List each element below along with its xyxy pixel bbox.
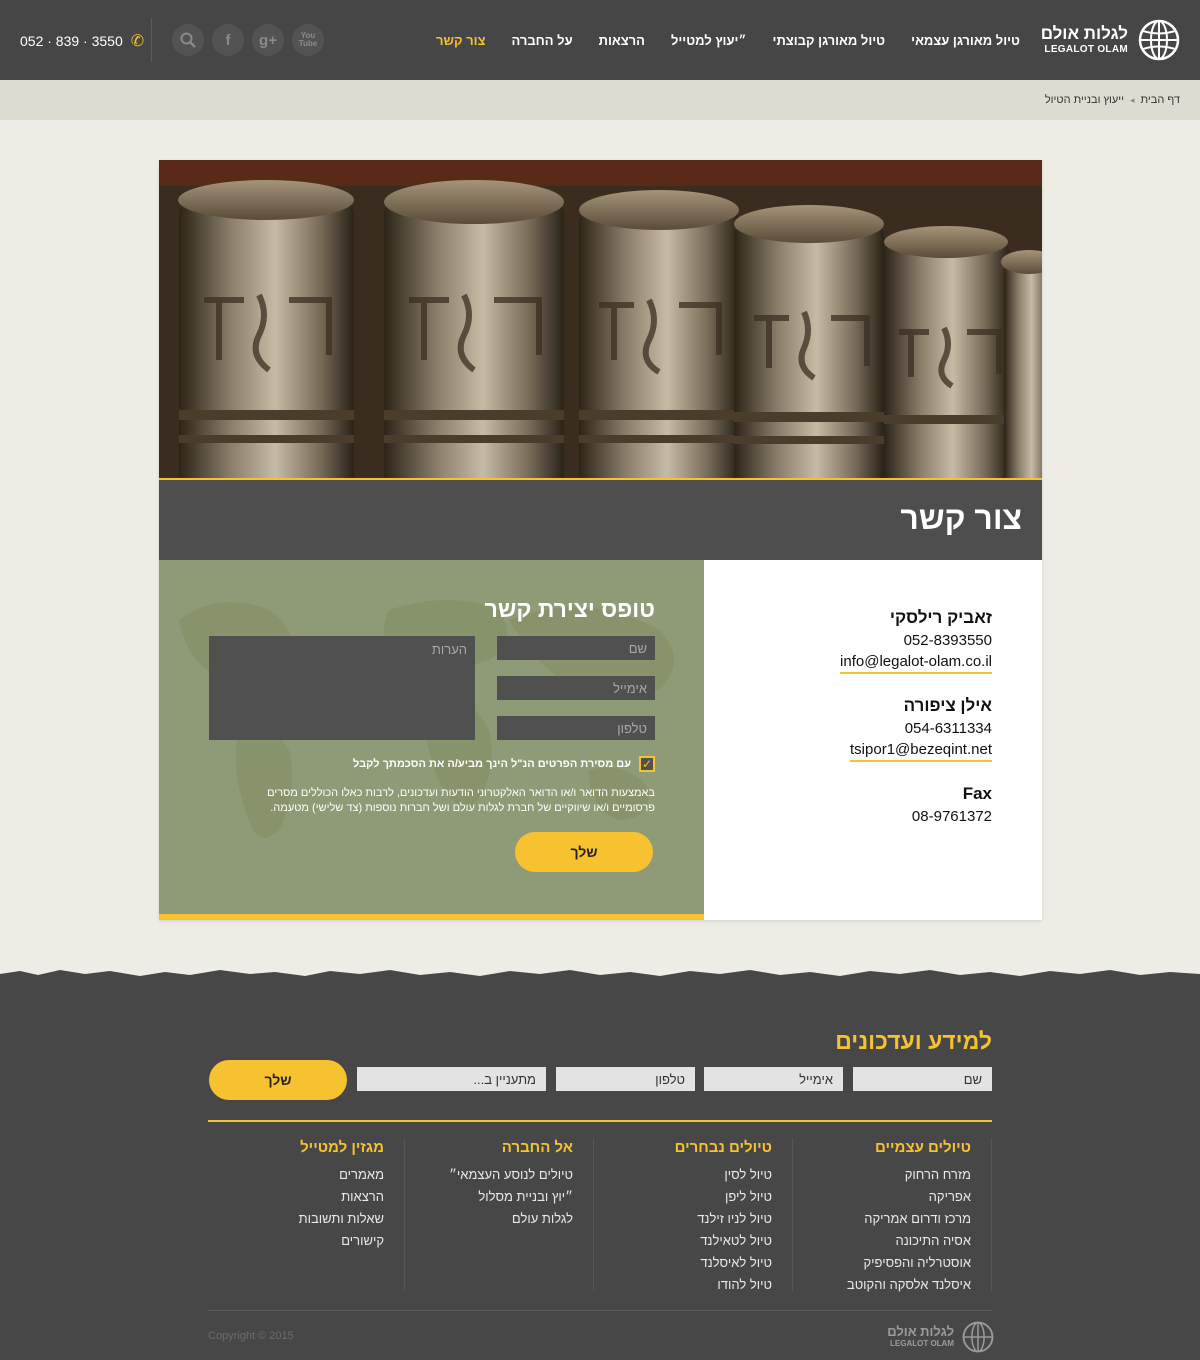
footer-link[interactable]: קישורים [208,1230,384,1252]
top-header: לגלות אולם LEGALOT OLAM טיול מאורגן עצמא… [0,0,1200,80]
contact-email[interactable]: info@legalot-olam.co.il [840,652,992,674]
footer-link[interactable]: מזרח הרחוק [795,1164,971,1186]
newsletter-title: למידע ועדכונים [835,1028,992,1054]
footer-link[interactable]: לגלות עולם [397,1208,573,1230]
form-title: טופס יצירת קשר [484,596,655,622]
footer-link[interactable]: טיול ליפן [596,1186,772,1208]
nav-about[interactable]: על החברה [511,33,572,48]
footer-bottom-divider [208,1310,992,1311]
social-links: f g+ You Tube [172,24,324,56]
contact-phone[interactable]: 052-8393550 [704,630,992,651]
footer-logo[interactable]: לגלות אולם LEGALOT OLAM [887,1321,994,1353]
footer-column-magazine: מגזין למטייל מאמרים הרצאות שאלות ותשובות… [208,1138,405,1291]
phone-input[interactable] [497,716,655,740]
footer-link[interactable]: הרצאות [208,1186,384,1208]
nav-group-trip[interactable]: טיול מאורגן קבוצתי [773,33,886,48]
site-logo[interactable]: לגלות אולם LEGALOT OLAM [1041,18,1180,62]
newsletter-send-button[interactable]: שלך [209,1060,347,1100]
footer-link[interactable]: טיול לניו זילנד [596,1208,772,1230]
breadcrumb-current[interactable]: ייעוץ ובניית הטיול [1045,94,1124,106]
header-divider [151,18,152,62]
footer-link[interactable]: אפריקה [795,1186,971,1208]
breadcrumb-home[interactable]: דף הבית [1141,94,1180,106]
search-icon[interactable] [172,24,204,56]
footer-logo-english: LEGALOT OLAM [890,1339,954,1348]
contact-name: אילן ציפורה [903,696,992,715]
fax-number: 08-9761372 [911,808,992,825]
email-input[interactable] [497,676,655,700]
footer-logo-hebrew: לגלות אולם [887,1324,954,1339]
copyright: Copyright © 2015 [208,1330,294,1342]
main-nav: טיול מאורגן עצמאי טיול מאורגן קבוצתי ״יע… [436,0,1020,80]
contact-form: טופס יצירת קשר ✓ עם מסירת הפרטים הנ"ל הי… [159,560,704,920]
torn-edge [0,970,1200,982]
logo-hebrew-text: לגלות אולם [1040,23,1128,43]
name-input[interactable] [497,636,655,660]
footer-link[interactable]: טיול לסין [596,1164,772,1186]
contact-name: זאביק רילסקי [889,608,992,627]
contact-person: אילן ציפורה 054-6311334 tsipor1@bezeqint… [704,694,992,762]
notes-textarea[interactable] [209,636,475,740]
footer-link[interactable]: איסלנד אלסקה והקוטב [795,1274,971,1296]
newsletter-interest-input[interactable] [357,1067,546,1091]
footer-column-title: אל החברה [501,1139,573,1156]
page-title: צור קשר [900,500,1022,536]
contact-details: זאביק רילסקי 052-8393550 info@legalot-ol… [704,560,1042,920]
consent-disclaimer: באמצעות הדואר ו/או הדואר האלקטרוני הודעו… [267,787,655,814]
contact-email[interactable]: tsipor1@bezeqint.net [850,740,992,762]
contact-card: צור קשר זאביק רילסקי 052-8393550 info@le… [159,160,1042,920]
nav-independent-trip[interactable]: טיול מאורגן עצמאי [911,33,1020,48]
facebook-icon[interactable]: f [212,24,244,56]
form-send-button[interactable]: שלך [515,832,653,872]
youtube-icon[interactable]: You Tube [292,24,324,56]
footer-column-company: אל החברה טיולים לנוסע העצמאי״ ״יוץ ובניי… [397,1138,594,1291]
nav-contact[interactable]: צור קשר [436,33,485,48]
consent-label: עם מסירת הפרטים הנ"ל הינך מביע/ה את הסכמ… [353,758,631,770]
footer-column-title: מגזין למטייל [300,1139,384,1156]
consent-checkbox[interactable]: ✓ [639,756,655,772]
footer-column-title: טיולים עצמיים [875,1139,971,1156]
fax-label: Fax [962,784,992,803]
newsletter-name-input[interactable] [853,1067,992,1091]
globe-icon [1138,19,1180,61]
hero-image-prayer-wheels [159,160,1042,480]
footer-divider [208,1120,992,1122]
footer-link[interactable]: שאלות ותשובות [208,1208,384,1230]
google-plus-icon[interactable]: g+ [252,24,284,56]
footer-link[interactable]: טיולים לנוסע העצמאי״ [397,1164,573,1186]
contact-phone[interactable]: 054-6311334 [704,718,992,739]
footer-link[interactable]: טיול לאיסלנד [596,1252,772,1274]
footer-column-selected: טיולים נבחרים טיול לסין טיול ליפן טיול ל… [596,1138,793,1292]
footer-link[interactable]: אוסטרליה והפסיפיק [795,1252,971,1274]
footer-link[interactable]: טיול להודו [596,1274,772,1296]
footer-link[interactable]: מאמרים [208,1164,384,1186]
breadcrumb-bar: דף הבית ◂ ייעוץ ובניית הטיול [0,80,1200,120]
logo-english-text: LEGALOT OLAM [1044,43,1128,55]
phone-number: 052 · 839 · 3550 [20,33,123,49]
breadcrumb-separator-icon: ◂ [1130,94,1135,105]
footer-link[interactable]: ״יוץ ובניית מסלול [397,1186,573,1208]
newsletter-email-input[interactable] [704,1067,843,1091]
footer-column-title: טיולים נבחרים [674,1139,772,1156]
nav-lectures[interactable]: הרצאות [599,33,645,48]
footer-link[interactable]: טיול לטאילנד [596,1230,772,1252]
consent-row: ✓ עם מסירת הפרטים הנ"ל הינך מביע/ה את הס… [353,756,655,772]
site-footer: למידע ועדכונים שלך טיולים עצמיים מזרח הר… [0,970,1200,1360]
globe-icon [962,1321,994,1353]
breadcrumb: דף הבית ◂ ייעוץ ובניית הטיול [1045,80,1180,120]
footer-column-independent: טיולים עצמיים מזרח הרחוק אפריקה מרכז ודר… [795,1138,992,1292]
newsletter-phone-input[interactable] [556,1067,695,1091]
phone-icon: ✆ [130,33,145,50]
nav-traveler-consulting[interactable]: ״יעוץ למטייל [671,33,747,48]
form-bottom-accent [159,914,704,920]
footer-link[interactable]: מרכז ודרום אמריקה [795,1208,971,1230]
footer-link[interactable]: אסיה התיכונה [795,1230,972,1252]
page-title-band: צור קשר [159,478,1042,560]
contact-person: זאביק רילסקי 052-8393550 info@legalot-ol… [704,606,992,674]
header-phone[interactable]: 052 · 839 · 3550 ✆ [20,31,144,51]
contact-fax: Fax 08-9761372 [704,782,992,827]
